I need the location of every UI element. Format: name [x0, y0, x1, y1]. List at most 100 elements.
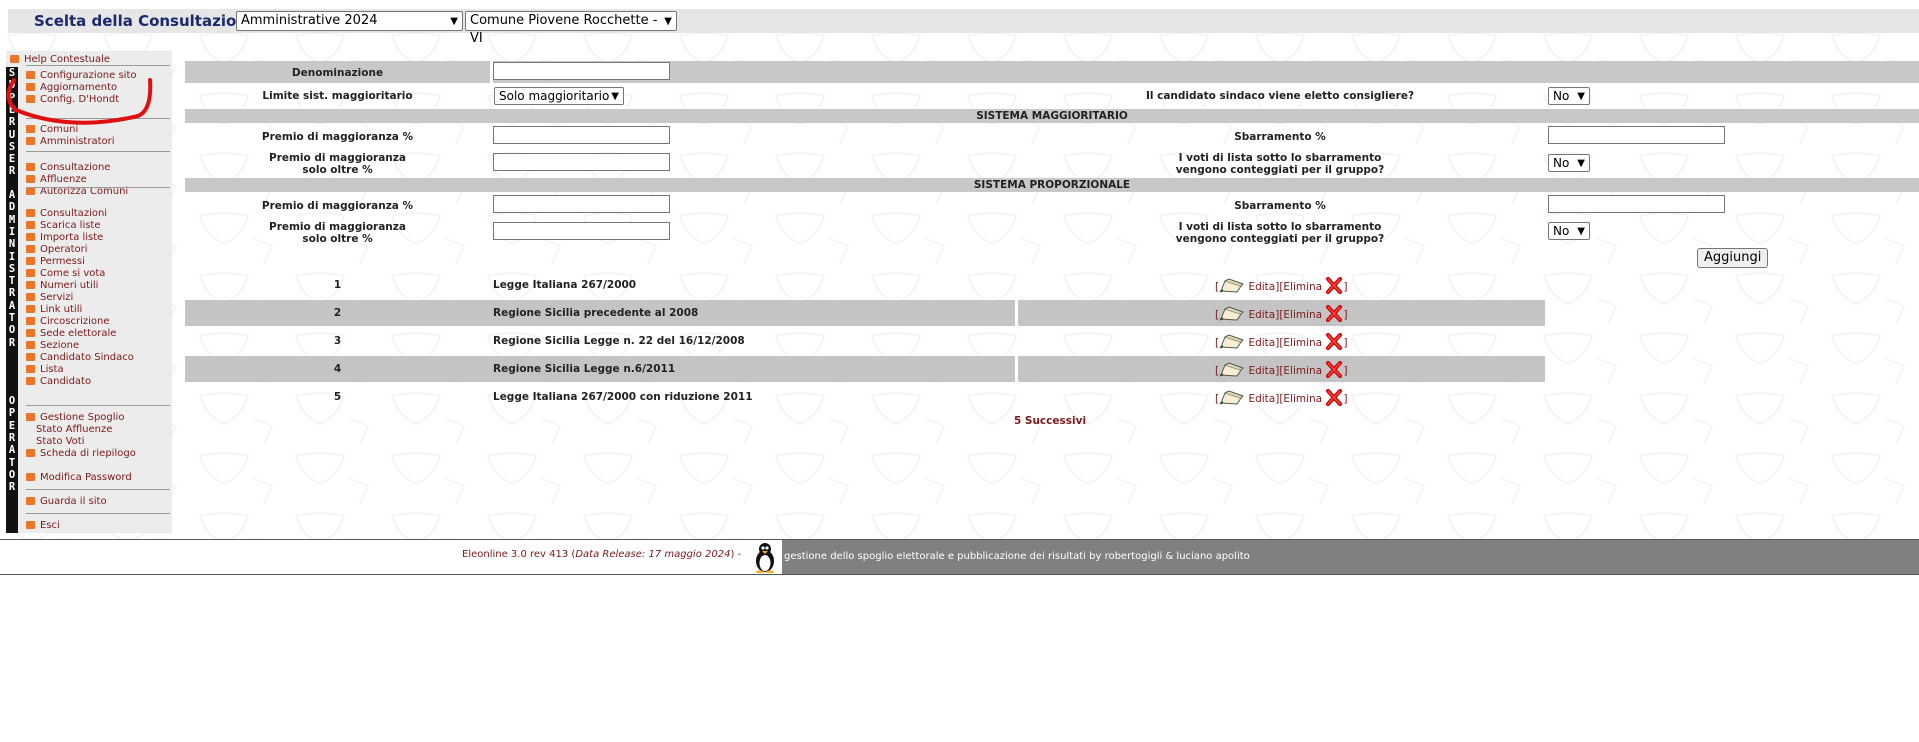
voti-prop-select[interactable]: No ▼ — [1548, 222, 1590, 240]
voti-prop-select-value: No — [1553, 224, 1570, 238]
edit-pencil-icon[interactable] — [1219, 333, 1245, 349]
edit-delete-links[interactable]: Edita][Elimina — [1248, 309, 1322, 321]
sidebar-item[interactable]: Guarda il sito — [26, 496, 107, 508]
comune-select[interactable]: Comune Piovene Rocchette - VI ▼ — [465, 11, 677, 46]
sidebar-item-label: Guarda il sito — [40, 496, 107, 507]
premio-prop-label: Premio di maggioranza % — [261, 200, 414, 212]
label-line: solo oltre % — [302, 164, 373, 176]
sidebar-divider — [26, 187, 170, 188]
role-letter: R — [8, 481, 16, 494]
sidebar-item[interactable]: Numeri utili — [26, 280, 98, 292]
delete-x-icon[interactable] — [1325, 333, 1343, 350]
chevron-down-icon: ▼ — [1577, 158, 1585, 169]
sidebar-item[interactable]: Scheda di riepilogo — [26, 448, 136, 460]
label-line: vengono conteggiati per il gruppo? — [1175, 164, 1385, 176]
edit-delete-links[interactable]: Edita][Elimina — [1248, 337, 1322, 349]
sidebar-item[interactable]: Modifica Password — [26, 472, 132, 484]
delete-x-icon[interactable] — [1325, 389, 1343, 406]
role-letter: I — [8, 250, 16, 263]
penguin-logo-icon — [756, 543, 774, 573]
bullet-icon — [26, 257, 35, 265]
sidebar-item[interactable]: Importa liste — [26, 232, 103, 244]
delete-x-icon[interactable] — [1325, 305, 1343, 322]
edit-delete-links[interactable]: Edita][Elimina — [1248, 393, 1322, 405]
bracket: ] — [1343, 309, 1348, 321]
aggiungi-button[interactable]: Aggiungi — [1697, 248, 1769, 268]
sidebar-item[interactable]: Gestione Spoglio — [26, 412, 124, 424]
role-letter: R — [8, 287, 16, 300]
delete-x-icon[interactable] — [1325, 361, 1343, 378]
edit-pencil-icon[interactable] — [1219, 277, 1245, 293]
consultation-select[interactable]: Amministrative 2024 ▼ — [236, 11, 463, 31]
footer: Eleonline 3.0 rev 413 (Data Release: 17 … — [0, 539, 1919, 575]
bullet-icon — [26, 187, 35, 195]
sidebar-item-label: Consultazione — [40, 162, 111, 173]
red-annotation-mark — [6, 78, 153, 125]
sidebar-item[interactable]: Operatori — [26, 244, 88, 256]
premio-magg-input[interactable] — [493, 126, 670, 144]
premio-oltre-prop-input[interactable] — [493, 222, 670, 240]
sidebar-item[interactable]: Consultazione — [26, 162, 110, 174]
bullet-icon — [26, 245, 35, 253]
edit-delete-links[interactable]: Edita][Elimina — [1248, 281, 1322, 293]
row-actions: [ Edita][Elimina ] — [1215, 305, 1348, 322]
role-letter: I — [8, 225, 16, 238]
bullet-icon — [26, 317, 35, 325]
sidebar-item[interactable]: Esci — [26, 520, 60, 532]
bullet-icon — [26, 473, 35, 481]
bullet-icon — [26, 521, 35, 529]
sidebar-item[interactable]: Stato Affluenze — [36, 424, 112, 436]
sidebar-item[interactable]: Lista — [26, 364, 64, 376]
sidebar-item[interactable]: Candidato — [26, 376, 91, 388]
edit-delete-links[interactable]: Edita][Elimina — [1248, 365, 1322, 377]
sidebar-item[interactable]: Circoscrizione — [26, 316, 110, 328]
premio-oltre-magg-input[interactable] — [493, 153, 670, 171]
sidebar-item-label: Operatori — [40, 244, 88, 255]
row-name: Legge Italiana 267/2000 — [493, 279, 637, 291]
bullet-icon — [26, 497, 35, 505]
sidebar-item[interactable]: Scarica liste — [26, 220, 101, 232]
voti-prop-label: I voti di lista sotto lo sbarramento veng… — [1110, 221, 1450, 245]
bracket: ] — [1343, 365, 1348, 377]
sidebar-item-label: Gestione Spoglio — [40, 412, 125, 423]
sidebar-item[interactable]: Link utili — [26, 304, 82, 316]
sidebar-item[interactable]: Consultazioni — [26, 208, 107, 220]
role-letter: N — [8, 238, 16, 251]
voti-magg-select[interactable]: No ▼ — [1548, 154, 1590, 172]
sbarramento-magg-input[interactable] — [1548, 126, 1725, 144]
sidebar-item[interactable]: Sezione — [26, 340, 79, 352]
sidebar-item[interactable]: Candidato Sindaco — [26, 352, 134, 364]
role-letter: A — [8, 299, 16, 312]
sidebar-item[interactable]: Sede elettorale — [26, 328, 116, 340]
release-date: Data Release: 17 maggio 2024 — [575, 549, 731, 560]
limite-select[interactable]: Solo maggioritario ▼ — [494, 87, 624, 105]
bullet-icon — [26, 293, 35, 301]
sidebar-item[interactable]: Permessi — [26, 256, 85, 268]
denominazione-input[interactable] — [493, 62, 670, 80]
edit-pencil-icon[interactable] — [1219, 361, 1245, 377]
consultation-label: Scelta della Consultazione: — [34, 12, 264, 30]
sidebar-item-label: Consultazioni — [40, 208, 108, 219]
sidebar-item-label: Permessi — [40, 256, 85, 267]
sidebar-item[interactable]: Affluenze — [26, 174, 87, 186]
table-row: 5 Legge Italiana 267/2000 con riduzione 2… — [185, 384, 1545, 410]
consultation-selector-bar: Scelta della Consultazione: Amministrati… — [8, 9, 1919, 46]
delete-x-icon[interactable] — [1325, 277, 1343, 294]
sidebar-item[interactable]: Amministratori — [26, 136, 115, 148]
row-number: 4 — [333, 363, 342, 375]
premio-prop-input[interactable] — [493, 195, 670, 213]
sidebar-divider — [26, 405, 170, 406]
sidebar-item[interactable]: Stato Voti — [36, 436, 85, 448]
sidebar-item[interactable]: Come si vota — [26, 268, 105, 280]
sidebar-item[interactable]: Servizi — [26, 292, 73, 304]
sindaco-select[interactable]: No ▼ — [1548, 87, 1590, 105]
table-row: 4 Regione Sicilia Legge n.6/2011 [ Edita][… — [185, 356, 1545, 382]
edit-pencil-icon[interactable] — [1219, 389, 1245, 405]
edit-pencil-icon[interactable] — [1219, 305, 1245, 321]
label-line: vengono conteggiati per il gruppo? — [1175, 233, 1385, 245]
role-letter: E — [8, 419, 16, 432]
column-gap — [1015, 300, 1018, 326]
limite-label: Limite sist. maggioritario — [262, 90, 413, 102]
sbarramento-prop-input[interactable] — [1548, 195, 1725, 213]
pagination-next-link[interactable]: 5 Successivi — [985, 415, 1115, 427]
